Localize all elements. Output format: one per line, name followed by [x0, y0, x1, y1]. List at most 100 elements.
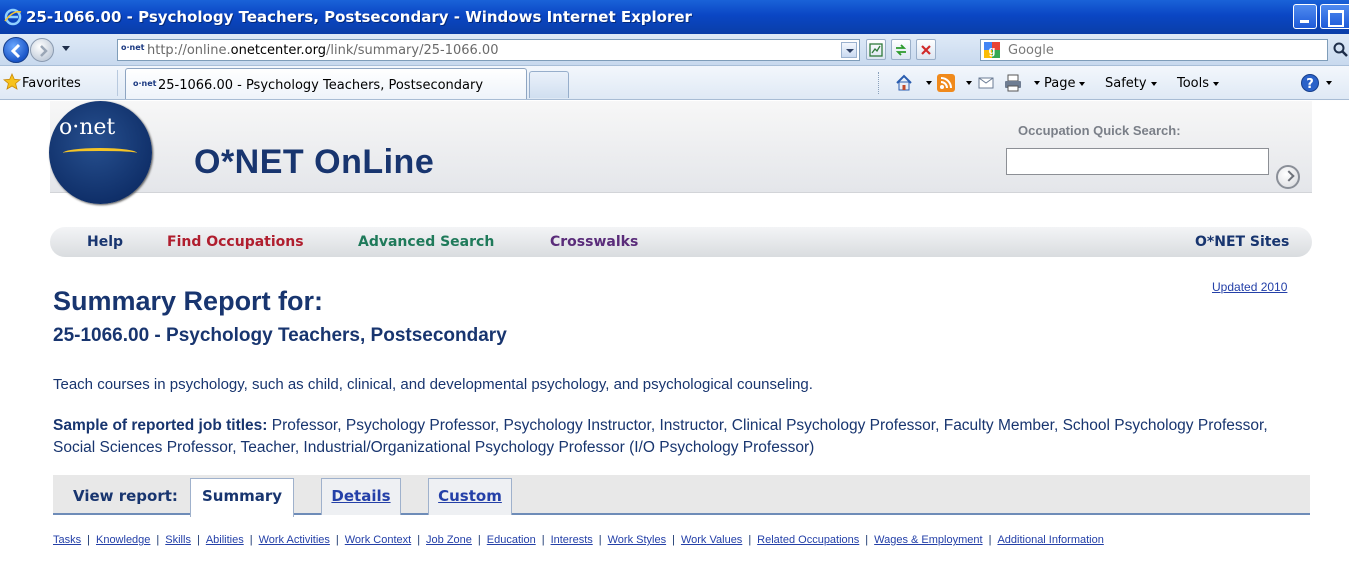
- stop-button[interactable]: [916, 39, 936, 60]
- onet-logo[interactable]: o·net: [49, 101, 152, 204]
- rss-feed-icon[interactable]: [936, 73, 956, 93]
- occupation-description: Teach courses in psychology, such as chi…: [53, 376, 813, 393]
- onet-favicon-icon: o·net: [133, 79, 157, 88]
- help-icon[interactable]: ?: [1300, 73, 1320, 93]
- home-dropdown-icon[interactable]: [926, 81, 932, 85]
- section-link-skills[interactable]: Skills: [165, 534, 191, 546]
- minimize-button[interactable]: [1293, 4, 1317, 29]
- section-link-job-zone[interactable]: Job Zone: [426, 534, 472, 546]
- svg-text:g: g: [989, 45, 996, 57]
- feeds-dropdown-icon[interactable]: [966, 81, 972, 85]
- window-title: 25-1066.00 - Psychology Teachers, Postse…: [26, 8, 692, 26]
- section-link-work-values[interactable]: Work Values: [681, 534, 742, 546]
- link-separator: |: [988, 534, 992, 546]
- back-arrow-icon: [10, 43, 21, 59]
- favorites-tab-bar: Favorites o·net 25-1066.00 - Psychology …: [0, 66, 1349, 100]
- tab-details[interactable]: Details: [321, 478, 401, 515]
- quick-search-go-icon[interactable]: [1276, 165, 1300, 189]
- compatibility-view-button[interactable]: [866, 39, 886, 60]
- view-report-bar: View report: Summary Details Custom: [53, 475, 1310, 517]
- tab-custom[interactable]: Custom: [428, 478, 512, 515]
- forward-button[interactable]: [30, 38, 54, 62]
- tools-menu[interactable]: Tools: [1177, 76, 1220, 91]
- maximize-button[interactable]: [1320, 4, 1349, 29]
- refresh-icon: [895, 44, 907, 56]
- section-link-work-styles[interactable]: Work Styles: [608, 534, 666, 546]
- refresh-button[interactable]: [891, 39, 911, 60]
- link-separator: |: [87, 534, 90, 546]
- section-link-knowledge[interactable]: Knowledge: [96, 534, 150, 546]
- address-input[interactable]: o·net http://online.onetcenter.org/link/…: [117, 39, 860, 61]
- home-icon[interactable]: [894, 73, 914, 93]
- link-separator: |: [335, 534, 339, 546]
- section-links: Tasks | Knowledge | Skills | Abilities | Work Ac…: [53, 533, 1303, 548]
- window-title-bar[interactable]: 25-1066.00 - Psychology Teachers, Postse…: [0, 0, 1349, 34]
- favorites-button[interactable]: Favorites: [22, 76, 81, 91]
- page-menu[interactable]: Page: [1044, 76, 1086, 91]
- search-placeholder: Google: [1008, 43, 1054, 58]
- search-magnifier-icon[interactable]: [1333, 42, 1349, 58]
- divider: [117, 70, 118, 96]
- url-text[interactable]: http://online.onetcenter.org/link/summar…: [147, 43, 498, 58]
- onet-favicon-icon: o·net: [121, 43, 145, 52]
- nav-help[interactable]: Help: [87, 234, 123, 250]
- nav-advanced-search[interactable]: Advanced Search: [358, 234, 494, 250]
- sample-label: Sample of reported job titles:: [53, 417, 268, 434]
- section-link-related-occupations[interactable]: Related Occupations: [757, 534, 859, 546]
- section-link-wages-employment[interactable]: Wages & Employment: [874, 534, 982, 546]
- section-link-tasks[interactable]: Tasks: [53, 534, 81, 546]
- new-tab-button[interactable]: [529, 71, 569, 98]
- divider: [878, 72, 880, 94]
- section-link-additional-information[interactable]: Additional Information: [997, 534, 1103, 546]
- favorites-star-icon[interactable]: [3, 73, 21, 91]
- tab-title: 25-1066.00 - Psychology Teachers, Postse…: [158, 78, 484, 93]
- main-navigation: Help Find Occupations Advanced Search Cr…: [50, 227, 1312, 257]
- link-separator: |: [672, 534, 675, 546]
- nav-find-occupations[interactable]: Find Occupations: [167, 234, 304, 250]
- back-button[interactable]: [3, 37, 29, 63]
- tools-dropdown-icon: [1213, 81, 1220, 86]
- browser-tab-active[interactable]: o·net 25-1066.00 - Psychology Teachers, …: [125, 68, 527, 99]
- help-dropdown-icon[interactable]: [1326, 81, 1332, 85]
- read-mail-icon[interactable]: [976, 73, 996, 93]
- internet-explorer-icon: [4, 8, 22, 26]
- nav-onet-sites[interactable]: O*NET Sites: [1195, 234, 1289, 250]
- site-header: O*NET OnLine Occupation Quick Search:: [50, 101, 1312, 193]
- section-link-work-activities[interactable]: Work Activities: [259, 534, 330, 546]
- sample-job-titles: Sample of reported job titles: Professor…: [53, 415, 1303, 459]
- link-separator: |: [417, 534, 421, 546]
- onet-logo-text: o·net: [59, 115, 116, 140]
- section-link-abilities[interactable]: Abilities: [206, 534, 244, 546]
- page-dropdown-icon: [1079, 81, 1086, 86]
- recent-pages-dropdown-icon[interactable]: [62, 46, 70, 51]
- nav-crosswalks[interactable]: Crosswalks: [550, 234, 638, 250]
- page-title: Summary Report for:: [53, 286, 324, 316]
- svg-text:?: ?: [1306, 77, 1314, 92]
- link-separator: |: [541, 534, 545, 546]
- quick-search-label: Occupation Quick Search:: [1018, 123, 1181, 138]
- section-link-education[interactable]: Education: [487, 534, 536, 546]
- web-page: O*NET OnLine Occupation Quick Search: o·…: [0, 101, 1349, 576]
- link-separator: |: [196, 534, 200, 546]
- section-link-work-context[interactable]: Work Context: [345, 534, 411, 546]
- quick-search-input[interactable]: [1006, 148, 1269, 175]
- safety-menu[interactable]: Safety: [1105, 76, 1157, 91]
- print-dropdown-icon[interactable]: [1034, 81, 1040, 85]
- updated-link[interactable]: Updated 2010: [1212, 280, 1287, 294]
- link-separator: |: [865, 534, 869, 546]
- tab-summary[interactable]: Summary: [190, 478, 294, 517]
- occupation-title: 25-1066.00 - Psychology Teachers, Postse…: [53, 325, 507, 346]
- address-bar-row: o·net http://online.onetcenter.org/link/…: [0, 34, 1349, 66]
- link-separator: |: [748, 534, 752, 546]
- address-dropdown-button[interactable]: [841, 42, 857, 58]
- logo-swoosh: [63, 148, 137, 158]
- compatibility-icon: [869, 43, 883, 57]
- print-icon[interactable]: [1003, 73, 1023, 93]
- safety-dropdown-icon: [1150, 81, 1157, 86]
- site-title[interactable]: O*NET OnLine: [194, 143, 434, 182]
- view-report-label: View report:: [73, 487, 178, 505]
- link-separator: |: [477, 534, 481, 546]
- section-link-interests[interactable]: Interests: [551, 534, 593, 546]
- search-input[interactable]: g Google: [980, 39, 1328, 61]
- forward-arrow-icon: [40, 45, 48, 57]
